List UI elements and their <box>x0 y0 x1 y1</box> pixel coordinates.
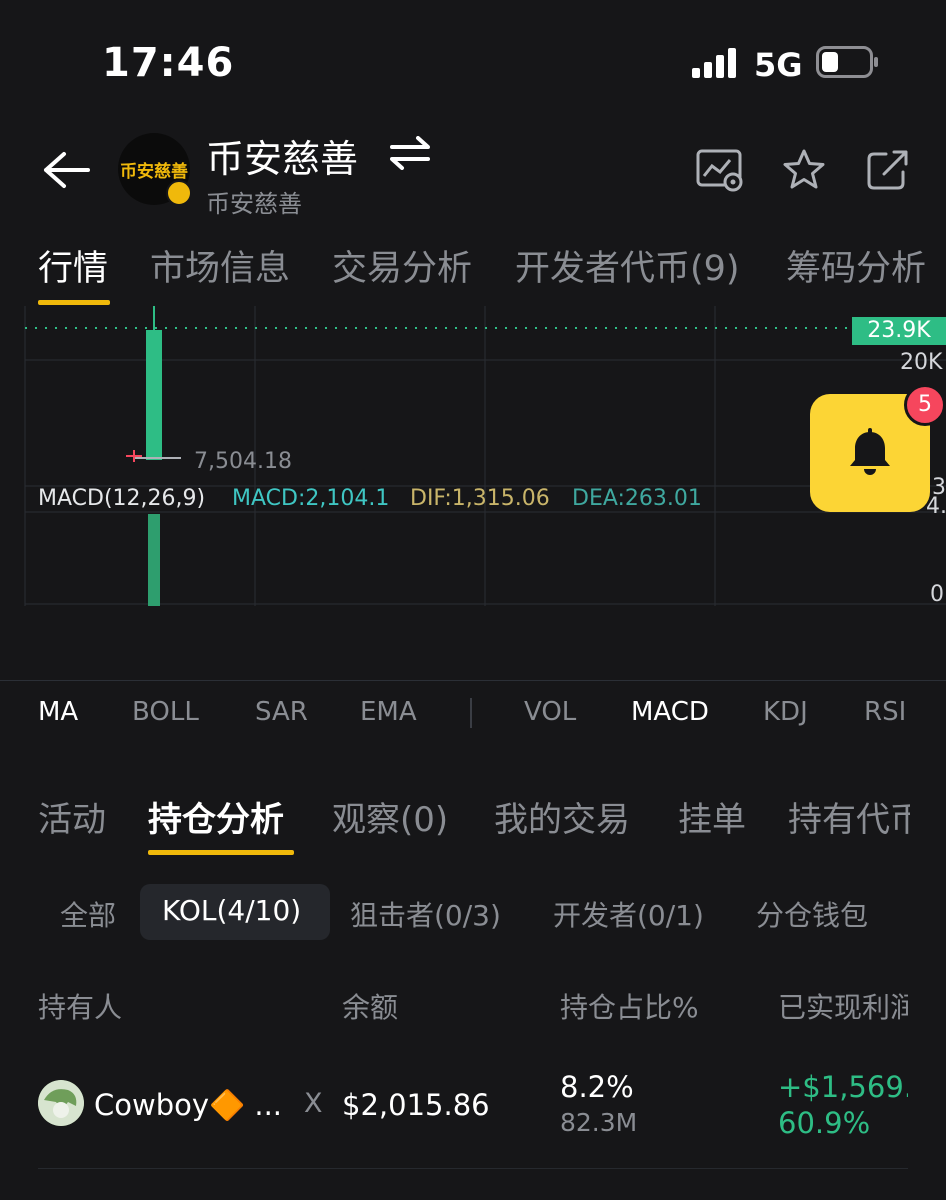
indicator-ema[interactable]: EMA <box>360 697 417 727</box>
holder-realized-profit: +$1,569.7 <box>778 1070 908 1104</box>
tab-indicator <box>38 300 110 305</box>
watch-chart-icon[interactable] <box>696 148 744 192</box>
row-divider <box>38 1168 908 1169</box>
star-icon[interactable] <box>780 148 828 192</box>
avatar-image-icon <box>38 1080 84 1126</box>
tab-activity[interactable]: 活动 <box>38 792 106 841</box>
dif-value: DIF:1,315.06 <box>410 486 550 511</box>
back-arrow-icon[interactable] <box>40 148 92 192</box>
bell-icon <box>850 428 890 475</box>
status-time: 17:46 <box>102 40 235 86</box>
indicator-vol[interactable]: VOL <box>524 697 576 727</box>
filter-developers[interactable]: 开发者(0/1) <box>553 894 704 934</box>
y-axis-0: 0 <box>930 582 944 607</box>
swap-icon[interactable] <box>388 136 432 170</box>
tab-chip-analysis[interactable]: 筹码分析 <box>786 240 926 291</box>
indicator-rsi[interactable]: RSI <box>864 697 908 727</box>
col-share: 持仓占比% <box>560 991 699 1024</box>
holder-share: 8.2% <box>560 1070 634 1104</box>
macd-value: MACD:2,104.1 <box>232 486 390 511</box>
indicator-ma[interactable]: MA <box>38 697 78 727</box>
price-chart[interactable] <box>0 306 946 606</box>
avatar-text: 币安慈善 <box>120 162 188 182</box>
indicator-sar[interactable]: SAR <box>255 697 308 727</box>
battery-icon <box>816 46 878 78</box>
token-subtitle: 币安慈善 <box>206 190 302 218</box>
indicator-kdj[interactable]: KDJ <box>763 697 808 727</box>
holder-profit-pct: 60.9% <box>778 1106 871 1140</box>
y-axis-20k: 20K <box>900 350 943 375</box>
indicator-separator <box>470 698 472 728</box>
filter-kol[interactable]: KOL(4/10) <box>162 894 301 927</box>
filter-all[interactable]: 全部 <box>60 894 116 934</box>
col-realized-profit: 已实现利润 <box>778 991 908 1024</box>
tab-my-trades[interactable]: 我的交易 <box>494 792 630 841</box>
indicator-macd[interactable]: MACD <box>631 697 709 727</box>
holder-name[interactable]: Cowboy🔶 ... <box>94 1088 282 1123</box>
tab-dev-tokens[interactable]: 开发者代币(9) <box>515 240 740 291</box>
bnb-badge-icon <box>166 180 192 206</box>
holder-share-amount: 82.3M <box>560 1108 638 1137</box>
holder-avatar[interactable] <box>38 1080 84 1126</box>
section-divider <box>0 680 946 681</box>
tab-trade-analysis[interactable]: 交易分析 <box>332 240 472 291</box>
alert-count-badge: 5 <box>904 384 946 426</box>
dea-value: DEA:263.01 <box>572 486 702 511</box>
low-price-label: 7,504.18 <box>194 449 292 474</box>
x-social-icon[interactable]: X <box>304 1088 323 1119</box>
tab2-indicator <box>148 850 294 855</box>
token-title: 币安慈善 <box>206 137 359 181</box>
tab-holding-analysis[interactable]: 持仓分析 <box>148 792 284 841</box>
current-price-tag: 23.9K <box>852 317 946 345</box>
holder-balance: $2,015.86 <box>342 1088 490 1122</box>
macd-params: MACD(12,26,9) <box>38 486 206 511</box>
tab-market[interactable]: 行情 <box>38 240 108 291</box>
col-holder: 持有人 <box>38 991 123 1024</box>
indicator-boll[interactable]: BOLL <box>132 697 199 727</box>
tab-orders[interactable]: 挂单 <box>678 792 746 841</box>
signal-icon <box>692 48 736 78</box>
filter-split-wallets[interactable]: 分仓钱包 <box>756 894 868 934</box>
tab-market-info[interactable]: 市场信息 <box>150 240 290 291</box>
col-balance: 余额 <box>342 991 399 1024</box>
network-label: 5G <box>754 46 803 84</box>
filter-snipers[interactable]: 狙击者(0/3) <box>350 894 501 934</box>
tab-watch[interactable]: 观察(0) <box>332 792 448 841</box>
tab-holding-tokens[interactable]: 持有代币 <box>788 792 910 841</box>
share-icon[interactable] <box>864 148 912 192</box>
